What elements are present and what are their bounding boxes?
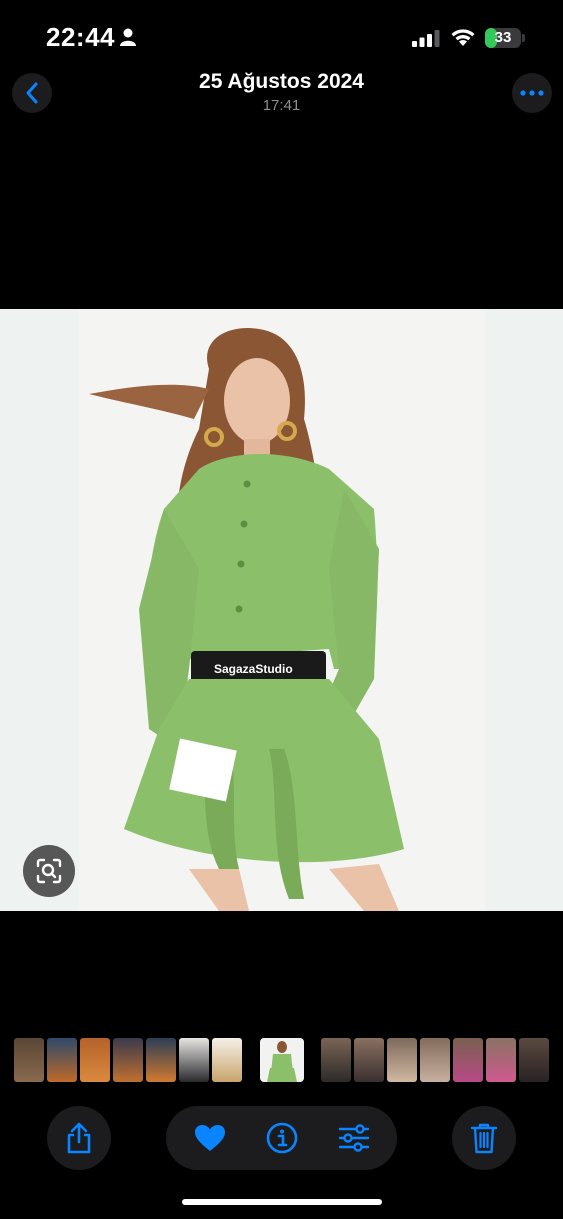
info-button[interactable] bbox=[266, 1122, 298, 1154]
thumbnail-current-image bbox=[267, 1041, 297, 1082]
status-bar: 22:44 33 bbox=[0, 0, 563, 70]
belt-brand-text: SagazaStudio bbox=[214, 662, 293, 676]
thumbnail[interactable] bbox=[453, 1038, 483, 1082]
wifi-icon bbox=[451, 29, 475, 46]
home-indicator[interactable] bbox=[182, 1199, 382, 1205]
thumbnail[interactable] bbox=[354, 1038, 384, 1082]
delete-button[interactable] bbox=[452, 1106, 516, 1170]
thumbnail[interactable] bbox=[420, 1038, 450, 1082]
status-time: 22:44 bbox=[46, 22, 115, 52]
photo-date-title: 25 Ağustos 2024 bbox=[199, 70, 364, 93]
thumbnail[interactable] bbox=[486, 1038, 516, 1082]
photo-viewer[interactable]: SagazaStudio bbox=[0, 309, 563, 911]
ellipsis-icon bbox=[520, 90, 544, 96]
thumbnail[interactable] bbox=[387, 1038, 417, 1082]
favorite-button[interactable] bbox=[194, 1122, 226, 1154]
photo-actions-group bbox=[166, 1106, 397, 1170]
info-icon bbox=[266, 1122, 298, 1154]
thumbnail[interactable] bbox=[179, 1038, 209, 1082]
sliders-icon bbox=[338, 1124, 370, 1152]
thumbnail[interactable] bbox=[519, 1038, 549, 1082]
scan-search-icon bbox=[36, 858, 62, 884]
battery-icon: 33 bbox=[485, 28, 521, 48]
thumbnail-current[interactable] bbox=[260, 1038, 304, 1082]
battery-percent: 33 bbox=[494, 29, 512, 46]
more-button[interactable] bbox=[512, 73, 552, 113]
trash-icon bbox=[470, 1123, 498, 1154]
cellular-signal-icon bbox=[412, 30, 440, 47]
thumbnail[interactable] bbox=[113, 1038, 143, 1082]
heart-icon bbox=[195, 1125, 225, 1151]
product-photo: SagazaStudio bbox=[79, 309, 485, 911]
visual-lookup-button[interactable] bbox=[23, 845, 75, 897]
share-button[interactable] bbox=[47, 1106, 111, 1170]
thumbnail[interactable] bbox=[212, 1038, 242, 1082]
battery-nub bbox=[522, 34, 525, 42]
thumbnail[interactable] bbox=[14, 1038, 44, 1082]
photo-time-subtitle: 17:41 bbox=[262, 97, 301, 114]
thumbnail-strip[interactable] bbox=[0, 1038, 563, 1082]
edit-adjust-button[interactable] bbox=[338, 1122, 370, 1154]
share-icon bbox=[67, 1122, 91, 1154]
thumbnail[interactable] bbox=[146, 1038, 176, 1082]
thumbnail[interactable] bbox=[321, 1038, 351, 1082]
thumbnail[interactable] bbox=[80, 1038, 110, 1082]
model-illustration: SagazaStudio bbox=[89, 328, 404, 911]
person-icon bbox=[120, 28, 136, 46]
thumbnail[interactable] bbox=[47, 1038, 77, 1082]
